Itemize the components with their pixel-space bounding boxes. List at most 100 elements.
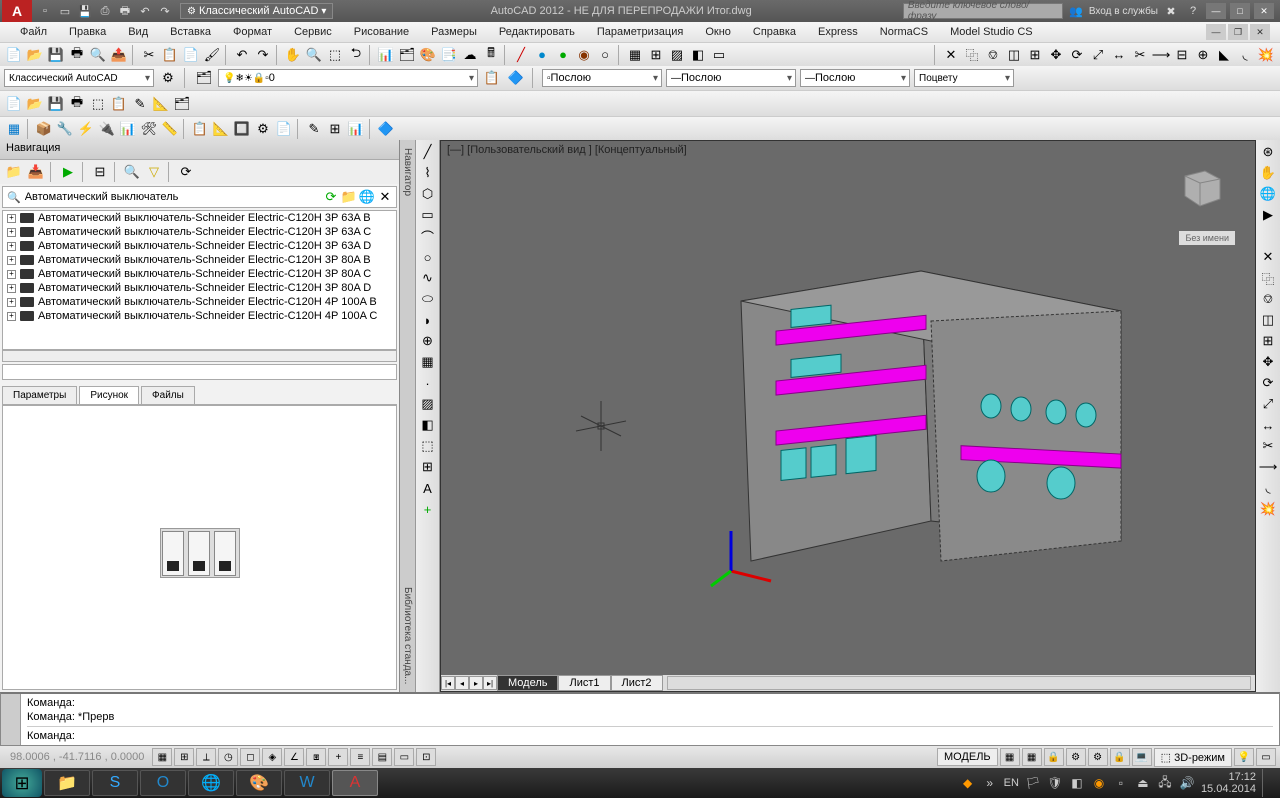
ext8-icon[interactable]: 📐 bbox=[151, 94, 171, 114]
ellipse-tool-icon[interactable]: ⬭ bbox=[418, 289, 438, 309]
hatch-icon[interactable]: ▨ bbox=[667, 45, 687, 65]
menu-draw[interactable]: Рисование bbox=[344, 24, 419, 40]
stretch2-icon[interactable]: ↔ bbox=[1258, 415, 1278, 435]
ms16-icon[interactable]: 📊 bbox=[346, 119, 366, 139]
pan-icon[interactable]: ✋ bbox=[283, 45, 303, 65]
explode2-icon[interactable]: 💥 bbox=[1258, 499, 1278, 519]
pline-tool-icon[interactable]: ⌇ bbox=[418, 163, 438, 183]
layer-state-icon[interactable]: 📋 bbox=[482, 68, 502, 88]
snap-toggle[interactable]: ▦ bbox=[152, 748, 172, 766]
join-icon[interactable]: ⊕ bbox=[1193, 45, 1213, 65]
tab-prev-icon[interactable]: ◂ bbox=[455, 676, 469, 690]
tray-app3-icon[interactable]: ▫ bbox=[1113, 775, 1129, 791]
ext6-icon[interactable]: 📋 bbox=[109, 94, 129, 114]
tray-usb-icon[interactable]: ⏏ bbox=[1135, 775, 1151, 791]
tray-volume-icon[interactable]: 🔊 bbox=[1179, 775, 1195, 791]
explorer-taskbtn[interactable]: 📁 bbox=[44, 770, 90, 796]
break-icon[interactable]: ⊟ bbox=[1172, 45, 1192, 65]
showmotion-icon[interactable]: ▶ bbox=[1258, 205, 1278, 225]
tree-item[interactable]: +Автоматический выключатель-Schneider El… bbox=[3, 295, 396, 309]
offset2-icon[interactable]: ◫ bbox=[1258, 310, 1278, 330]
menu-format[interactable]: Формат bbox=[223, 24, 282, 40]
design-center-icon[interactable]: 🗂 bbox=[397, 45, 417, 65]
paint-taskbtn[interactable]: 🎨 bbox=[236, 770, 282, 796]
nav-tree[interactable]: +Автоматический выключатель-Schneider El… bbox=[2, 210, 397, 350]
expand-icon[interactable]: + bbox=[7, 242, 16, 251]
rectangle-tool-icon[interactable]: ▭ bbox=[418, 205, 438, 225]
hardware-accel-icon[interactable]: 💻 bbox=[1132, 748, 1152, 766]
publish-icon[interactable]: 📤 bbox=[109, 45, 129, 65]
show-desktop-button[interactable] bbox=[1262, 769, 1270, 797]
osnap-toggle[interactable]: ◻ bbox=[240, 748, 260, 766]
tree-item[interactable]: +Автоматический выключатель-Schneider El… bbox=[3, 239, 396, 253]
tab-drawing[interactable]: Рисунок bbox=[79, 386, 139, 404]
tray-orange-icon[interactable]: ◆ bbox=[960, 775, 976, 791]
ortho-toggle[interactable]: ⟂ bbox=[196, 748, 216, 766]
open-file-icon[interactable]: 📂 bbox=[25, 45, 45, 65]
hatch-tool-icon[interactable]: ▨ bbox=[418, 394, 438, 414]
help-icon[interactable]: ? bbox=[1184, 2, 1202, 20]
stretch-icon[interactable]: ↔ bbox=[1109, 45, 1129, 65]
language-indicator[interactable]: EN bbox=[1004, 777, 1019, 789]
nav-search-input[interactable] bbox=[25, 191, 320, 203]
clock[interactable]: 17:12 15.04.2014 bbox=[1201, 771, 1256, 795]
cut-icon[interactable]: ✂ bbox=[139, 45, 159, 65]
nav-search-globe-icon[interactable]: 🌐 bbox=[360, 187, 374, 207]
nav-refresh-icon[interactable]: ⟳ bbox=[176, 162, 196, 182]
dyn-toggle[interactable]: + bbox=[328, 748, 348, 766]
move-icon[interactable]: ✥ bbox=[1046, 45, 1066, 65]
tray-app2-icon[interactable]: ◉ bbox=[1091, 775, 1107, 791]
layer-props-icon[interactable]: 🗂 bbox=[194, 68, 214, 88]
ms11-icon[interactable]: 🔲 bbox=[232, 119, 252, 139]
menu-edit[interactable]: Правка bbox=[59, 24, 116, 40]
array-icon[interactable]: ⊞ bbox=[1025, 45, 1045, 65]
save-icon[interactable]: 💾 bbox=[76, 2, 94, 20]
ring-icon[interactable]: ○ bbox=[595, 45, 615, 65]
app-logo[interactable]: A bbox=[2, 0, 32, 22]
copy3-icon[interactable]: ⿻ bbox=[1258, 268, 1278, 288]
view-cube[interactable] bbox=[1175, 161, 1225, 211]
ws-settings-icon[interactable]: ⚙ bbox=[158, 68, 178, 88]
otrack-toggle[interactable]: ∠ bbox=[284, 748, 304, 766]
zoom-prev-icon[interactable]: ⮌ bbox=[346, 45, 366, 65]
array2-icon[interactable]: ⊞ bbox=[1258, 331, 1278, 351]
qp-toggle[interactable]: ▭ bbox=[394, 748, 414, 766]
erase2-icon[interactable]: ✕ bbox=[1258, 247, 1278, 267]
text-tool-icon[interactable]: A bbox=[418, 478, 438, 498]
nav-add-icon[interactable]: 📥 bbox=[26, 162, 46, 182]
tree-scrollbar[interactable] bbox=[2, 350, 397, 362]
menu-modelstudio[interactable]: Model Studio CS bbox=[940, 24, 1043, 40]
trim-icon[interactable]: ✂ bbox=[1130, 45, 1150, 65]
infocenter-icon[interactable]: 👥 bbox=[1067, 2, 1085, 20]
expand-icon[interactable]: + bbox=[7, 256, 16, 265]
tab-model[interactable]: Модель bbox=[497, 675, 558, 691]
tray-shield-icon[interactable]: 🛡 bbox=[1047, 775, 1063, 791]
orbit-icon[interactable]: 🌐 bbox=[1258, 184, 1278, 204]
nav-find-icon[interactable]: 🔍 bbox=[122, 162, 142, 182]
outlook-taskbtn[interactable]: O bbox=[140, 770, 186, 796]
region-tool-icon[interactable]: ⬚ bbox=[418, 436, 438, 456]
extend-icon[interactable]: ⟶ bbox=[1151, 45, 1171, 65]
ws-switch-icon[interactable]: ⚙ bbox=[1088, 748, 1108, 766]
expand-icon[interactable]: + bbox=[7, 284, 16, 293]
menu-normacs[interactable]: NormaCS bbox=[870, 24, 938, 40]
explode-icon[interactable]: 💥 bbox=[1256, 45, 1276, 65]
arc-tool-icon[interactable]: ⌒ bbox=[418, 226, 438, 246]
open-icon[interactable]: ▭ bbox=[56, 2, 74, 20]
quickview-drawings-icon[interactable]: ▦ bbox=[1022, 748, 1042, 766]
nav-search-clear-icon[interactable]: ✕ bbox=[378, 187, 392, 207]
expand-icon[interactable]: + bbox=[7, 270, 16, 279]
donut-icon[interactable]: ◉ bbox=[574, 45, 594, 65]
plotstyle-dropdown[interactable]: Поцвету bbox=[914, 69, 1014, 87]
nav-filter-input[interactable] bbox=[2, 364, 397, 380]
scale2-icon[interactable]: ⤢ bbox=[1258, 394, 1278, 414]
tree-item[interactable]: +Автоматический выключатель-Schneider El… bbox=[3, 267, 396, 281]
3dosnap-toggle[interactable]: ◈ bbox=[262, 748, 282, 766]
autocad-taskbtn[interactable]: A bbox=[332, 770, 378, 796]
scale-icon[interactable]: ⤢ bbox=[1088, 45, 1108, 65]
ms2-icon[interactable]: 📦 bbox=[34, 119, 54, 139]
toolbar-lock-icon[interactable]: 🔒 bbox=[1110, 748, 1130, 766]
ext3-icon[interactable]: 💾 bbox=[46, 94, 66, 114]
extend2-icon[interactable]: ⟶ bbox=[1258, 457, 1278, 477]
ms15-icon[interactable]: ⊞ bbox=[325, 119, 345, 139]
